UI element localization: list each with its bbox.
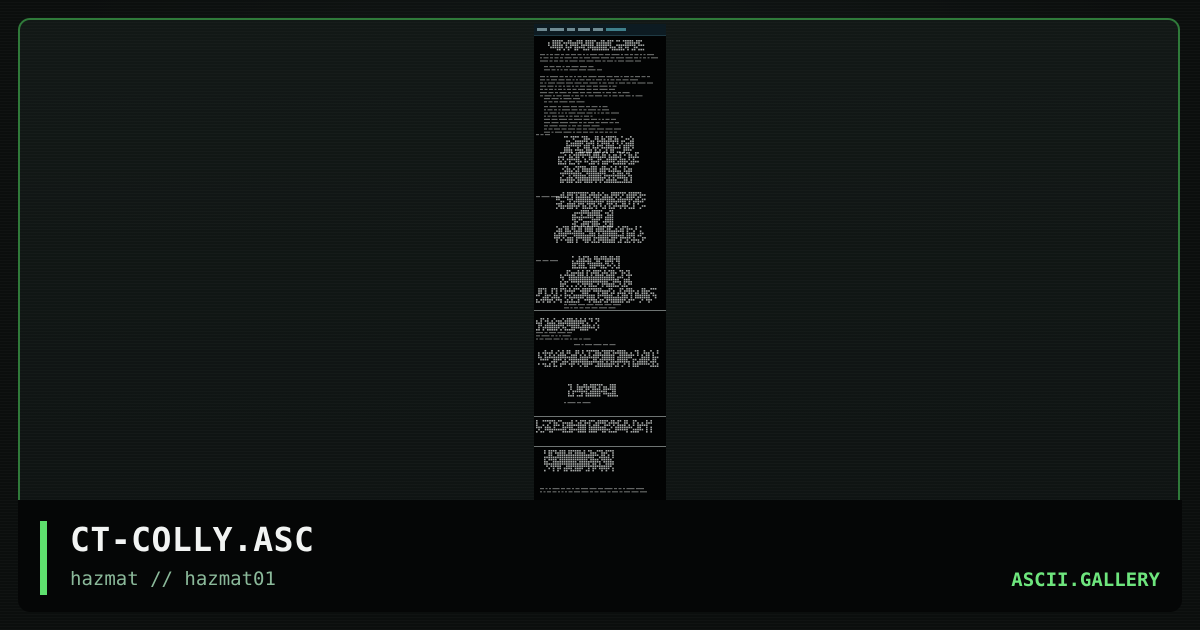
preview-header-bar: [534, 24, 666, 36]
artwork-title: CT-COLLY.ASC: [70, 520, 315, 559]
ascii-art-preview[interactable]: [534, 24, 666, 500]
accent-bar: [40, 521, 47, 595]
site-brand-link[interactable]: ASCII.GALLERY: [1011, 569, 1160, 591]
caption-panel: CT-COLLY.ASC hazmat // hazmat01 ASCII.GA…: [18, 500, 1182, 612]
share-card: CT-COLLY.ASC hazmat // hazmat01 ASCII.GA…: [0, 0, 1200, 630]
artwork-credit[interactable]: hazmat // hazmat01: [70, 568, 276, 590]
ascii-art-image-icon: [534, 40, 666, 493]
